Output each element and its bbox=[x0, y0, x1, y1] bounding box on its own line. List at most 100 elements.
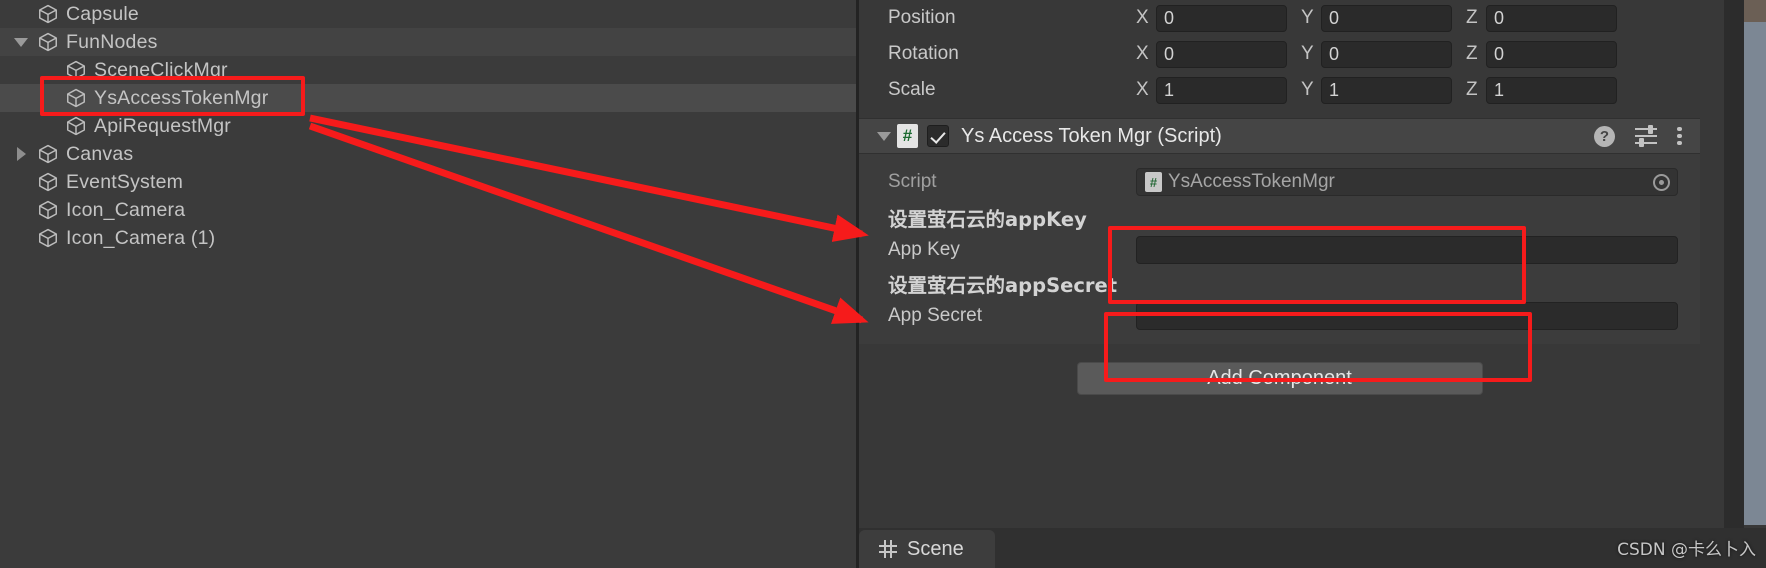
axis-label-z: Z bbox=[1466, 7, 1478, 28]
hierarchy-item-label: Icon_Camera bbox=[66, 198, 186, 221]
axis-group-y: Y0 bbox=[1301, 40, 1466, 68]
field-header-appkey: 设置萤石云的appKey bbox=[888, 207, 1087, 231]
hierarchy-item-canvas[interactable]: Canvas bbox=[0, 140, 856, 168]
axis-group-y: Y0 bbox=[1301, 4, 1466, 32]
hierarchy-item-label: Icon_Camera (1) bbox=[66, 226, 216, 249]
field-row-appkey: App Key bbox=[859, 232, 1700, 268]
app-secret-input[interactable] bbox=[1136, 302, 1678, 330]
axis-group-z: Z1 bbox=[1466, 76, 1631, 104]
field-label: App Secret bbox=[888, 305, 982, 326]
csharp-file-icon: # bbox=[1145, 172, 1162, 192]
transform-label: Scale bbox=[888, 79, 936, 100]
hierarchy-tree: Capsule FunNodes SceneClickMgr YsAccessToke… bbox=[0, 0, 856, 252]
hierarchy-item-eventsystem[interactable]: EventSystem bbox=[0, 168, 856, 196]
script-reference-row: Script # YsAccessTokenMgr bbox=[859, 162, 1700, 202]
script-serialized-fields: 设置萤石云的appKey App Key 设置萤石云的appSecret App Se… bbox=[859, 202, 1700, 334]
hierarchy-item-label: SceneClickMgr bbox=[94, 58, 228, 81]
component-title: Ys Access Token Mgr (Script) bbox=[961, 124, 1222, 147]
add-component-area: Add Component bbox=[859, 344, 1700, 395]
script-field-label: Script bbox=[888, 171, 937, 192]
script-component-body: Script # YsAccessTokenMgr 设置萤石云的appKey Ap… bbox=[859, 154, 1700, 344]
inspector-panel: Position X 0 Y 0 Z 0 Rotation X 0 Y 0 Z 0 Scale X 1 Y 1 Z 1 … bbox=[856, 0, 1724, 568]
hierarchy-item-capsule[interactable]: Capsule bbox=[0, 0, 856, 28]
csharp-script-icon: # bbox=[897, 124, 918, 148]
cube-icon bbox=[34, 227, 62, 249]
axis-label-y: Y bbox=[1301, 7, 1314, 28]
field-label: App Key bbox=[888, 239, 960, 260]
hierarchy-item-funnodes[interactable]: FunNodes bbox=[0, 28, 856, 56]
more-options-icon[interactable] bbox=[1677, 126, 1682, 147]
field-header-appsecret: 设置萤石云的appSecret bbox=[888, 273, 1118, 297]
axis-label-y: Y bbox=[1301, 79, 1314, 100]
app-key-input[interactable] bbox=[1136, 236, 1678, 264]
hierarchy-item-icon-camera-1[interactable]: Icon_Camera (1) bbox=[0, 224, 856, 252]
axis-label-y: Y bbox=[1301, 43, 1314, 64]
axis-label-x: X bbox=[1136, 43, 1149, 64]
axis-group-y: Y1 bbox=[1301, 76, 1466, 104]
position-x-input[interactable]: 0 bbox=[1156, 4, 1287, 32]
object-picker-icon[interactable] bbox=[1653, 173, 1670, 191]
axis-group-z: Z0 bbox=[1466, 4, 1631, 32]
script-object-value: YsAccessTokenMgr bbox=[1168, 171, 1335, 192]
component-foldout-icon[interactable] bbox=[871, 131, 897, 141]
axis-label-z: Z bbox=[1466, 79, 1478, 100]
scale-z-input[interactable]: 1 bbox=[1486, 76, 1617, 104]
chevron-down-icon[interactable] bbox=[8, 37, 34, 47]
axis-group-x: X0 bbox=[1136, 40, 1301, 68]
axis-group-x: X1 bbox=[1136, 76, 1301, 104]
axis-group-x: X0 bbox=[1136, 4, 1301, 32]
tab-scene-label: Scene bbox=[907, 537, 964, 560]
preset-icon[interactable] bbox=[1635, 125, 1657, 147]
transform-row-position: Position X 0 Y 0 Z 0 bbox=[859, 0, 1700, 36]
scale-y-input[interactable]: 1 bbox=[1321, 76, 1452, 104]
hierarchy-item-label: EventSystem bbox=[66, 170, 184, 193]
hierarchy-item-label: Capsule bbox=[66, 2, 139, 25]
watermark-text: CSDN @卡么卜入 bbox=[1617, 540, 1756, 560]
tab-scene[interactable]: Scene bbox=[859, 530, 995, 568]
cube-icon bbox=[34, 3, 62, 25]
add-component-button[interactable]: Add Component bbox=[1076, 362, 1483, 395]
transform-label: Rotation bbox=[888, 43, 959, 64]
hierarchy-item-ysaccesstokenmgr[interactable]: YsAccessTokenMgr bbox=[0, 84, 856, 112]
hierarchy-item-icon-camera[interactable]: Icon_Camera bbox=[0, 196, 856, 224]
rotation-y-input[interactable]: 0 bbox=[1321, 40, 1452, 68]
script-component-header[interactable]: # Ys Access Token Mgr (Script) ? bbox=[859, 118, 1700, 154]
position-y-input[interactable]: 0 bbox=[1321, 4, 1452, 32]
inspector-scrollbar[interactable] bbox=[1724, 0, 1744, 568]
cube-icon bbox=[62, 59, 90, 81]
cube-icon bbox=[62, 115, 90, 137]
inspector-content: Position X 0 Y 0 Z 0 Rotation X 0 Y 0 Z 0 Scale X 1 Y 1 Z 1 … bbox=[859, 0, 1700, 395]
transform-row-rotation: Rotation X 0 Y 0 Z 0 bbox=[859, 36, 1700, 72]
scale-x-input[interactable]: 1 bbox=[1156, 76, 1287, 104]
axis-label-x: X bbox=[1136, 7, 1149, 28]
hierarchy-item-label: ApiRequestMgr bbox=[94, 114, 231, 137]
help-icon[interactable]: ? bbox=[1594, 125, 1615, 147]
hierarchy-item-label: Canvas bbox=[66, 142, 134, 165]
unity-editor-window: Capsule FunNodes SceneClickMgr YsAccessToke… bbox=[0, 0, 1766, 568]
hierarchy-item-label: YsAccessTokenMgr bbox=[94, 86, 269, 109]
transform-row-scale: Scale X 1 Y 1 Z 1 bbox=[859, 72, 1700, 108]
grid-icon bbox=[879, 540, 897, 558]
rotation-x-input[interactable]: 0 bbox=[1156, 40, 1287, 68]
axis-label-z: Z bbox=[1466, 43, 1478, 64]
hierarchy-item-label: FunNodes bbox=[66, 30, 158, 53]
cube-icon bbox=[34, 199, 62, 221]
rotation-z-input[interactable]: 0 bbox=[1486, 40, 1617, 68]
cube-icon bbox=[34, 143, 62, 165]
hierarchy-item-apirequestmgr[interactable]: ApiRequestMgr bbox=[0, 112, 856, 140]
transform-label: Position bbox=[888, 7, 956, 28]
component-header-icons: ? bbox=[1594, 125, 1700, 147]
field-row-appsecret: App Secret bbox=[859, 298, 1700, 334]
cube-icon bbox=[34, 171, 62, 193]
hierarchy-item-sceneclickmgr[interactable]: SceneClickMgr bbox=[0, 56, 856, 84]
position-z-input[interactable]: 0 bbox=[1486, 4, 1617, 32]
scene-viewport-edge bbox=[1744, 0, 1766, 525]
chevron-right-icon[interactable] bbox=[8, 147, 34, 161]
cube-icon bbox=[62, 87, 90, 109]
cube-icon bbox=[34, 31, 62, 53]
transform-component: Position X 0 Y 0 Z 0 Rotation X 0 Y 0 Z 0 Scale X 1 Y 1 Z 1 bbox=[859, 0, 1700, 108]
axis-group-z: Z0 bbox=[1466, 40, 1631, 68]
component-enabled-checkbox[interactable] bbox=[927, 125, 949, 147]
script-object-field[interactable]: # YsAccessTokenMgr bbox=[1136, 168, 1678, 196]
axis-label-x: X bbox=[1136, 79, 1149, 100]
